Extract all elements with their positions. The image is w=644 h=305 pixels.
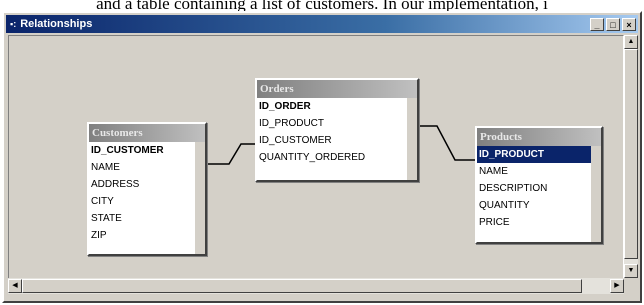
scroll-right-button[interactable]: ▶ xyxy=(610,279,624,293)
window-menu-icon[interactable]: ▪: xyxy=(10,19,16,29)
products-table-title[interactable]: Products xyxy=(477,128,601,146)
customers-scrollbar[interactable] xyxy=(195,142,205,254)
arrow-right-icon: ▶ xyxy=(614,282,620,289)
products-scrollbar[interactable] xyxy=(591,146,601,242)
field-zip[interactable]: ZIP xyxy=(89,227,195,244)
arrow-down-icon: ▼ xyxy=(627,267,635,274)
maximize-button[interactable]: □ xyxy=(606,17,620,31)
orders-field-list: ID_ORDER ID_PRODUCT ID_CUSTOMER QUANTITY… xyxy=(257,98,407,180)
products-field-list: ID_PRODUCT NAME DESCRIPTION QUANTITY PRI… xyxy=(477,146,591,242)
relationships-canvas[interactable]: Customers ID_CUSTOMER NAME ADDRESS CITY … xyxy=(8,35,624,279)
scroll-up-button[interactable]: ▲ xyxy=(624,35,638,49)
customers-table[interactable]: Customers ID_CUSTOMER NAME ADDRESS CITY … xyxy=(87,122,207,256)
orders-scrollbar[interactable] xyxy=(407,98,417,180)
field-quantity-ordered[interactable]: QUANTITY_ORDERED xyxy=(257,149,407,166)
field-name[interactable]: NAME xyxy=(477,163,591,180)
field-price[interactable]: PRICE xyxy=(477,214,591,231)
relationships-window: ▪: Relationships _ □ × Customers ID_CUST… xyxy=(2,11,642,303)
relationship-line-product[interactable] xyxy=(417,125,475,161)
scroll-down-button[interactable]: ▼ xyxy=(624,264,638,278)
field-id-product[interactable]: ID_PRODUCT xyxy=(257,115,407,132)
field-id-product[interactable]: ID_PRODUCT xyxy=(477,146,591,163)
scroll-left-button[interactable]: ◀ xyxy=(8,279,22,293)
arrow-left-icon: ◀ xyxy=(12,282,18,289)
products-table[interactable]: Products ID_PRODUCT NAME DESCRIPTION QUA… xyxy=(475,126,603,244)
orders-table[interactable]: Orders ID_ORDER ID_PRODUCT ID_CUSTOMER Q… xyxy=(255,78,419,182)
field-city[interactable]: CITY xyxy=(89,193,195,210)
horizontal-scroll-thumb[interactable] xyxy=(22,279,582,293)
orders-table-title[interactable]: Orders xyxy=(257,80,417,98)
arrow-up-icon: ▲ xyxy=(627,38,635,45)
close-button[interactable]: × xyxy=(622,17,636,31)
field-id-customer[interactable]: ID_CUSTOMER xyxy=(89,142,195,159)
customers-field-list: ID_CUSTOMER NAME ADDRESS CITY STATE ZIP xyxy=(89,142,195,254)
relationship-line-customer[interactable] xyxy=(203,143,257,165)
vertical-scrollbar[interactable]: ▲ ▼ xyxy=(624,35,638,278)
field-state[interactable]: STATE xyxy=(89,210,195,227)
horizontal-scrollbar[interactable]: ◀ ▶ xyxy=(8,278,624,294)
field-description[interactable]: DESCRIPTION xyxy=(477,180,591,197)
customers-table-title[interactable]: Customers xyxy=(89,124,205,142)
minimize-button[interactable]: _ xyxy=(590,17,604,31)
field-id-customer[interactable]: ID_CUSTOMER xyxy=(257,132,407,149)
document-caption-text: and a table containing a list of custome… xyxy=(96,0,548,11)
window-titlebar[interactable]: ▪: Relationships _ □ × xyxy=(6,15,638,33)
field-name[interactable]: NAME xyxy=(89,159,195,176)
vertical-scroll-thumb[interactable] xyxy=(624,49,638,259)
field-id-order[interactable]: ID_ORDER xyxy=(257,98,407,115)
field-address[interactable]: ADDRESS xyxy=(89,176,195,193)
field-quantity[interactable]: QUANTITY xyxy=(477,197,591,214)
window-title: Relationships xyxy=(20,18,93,30)
